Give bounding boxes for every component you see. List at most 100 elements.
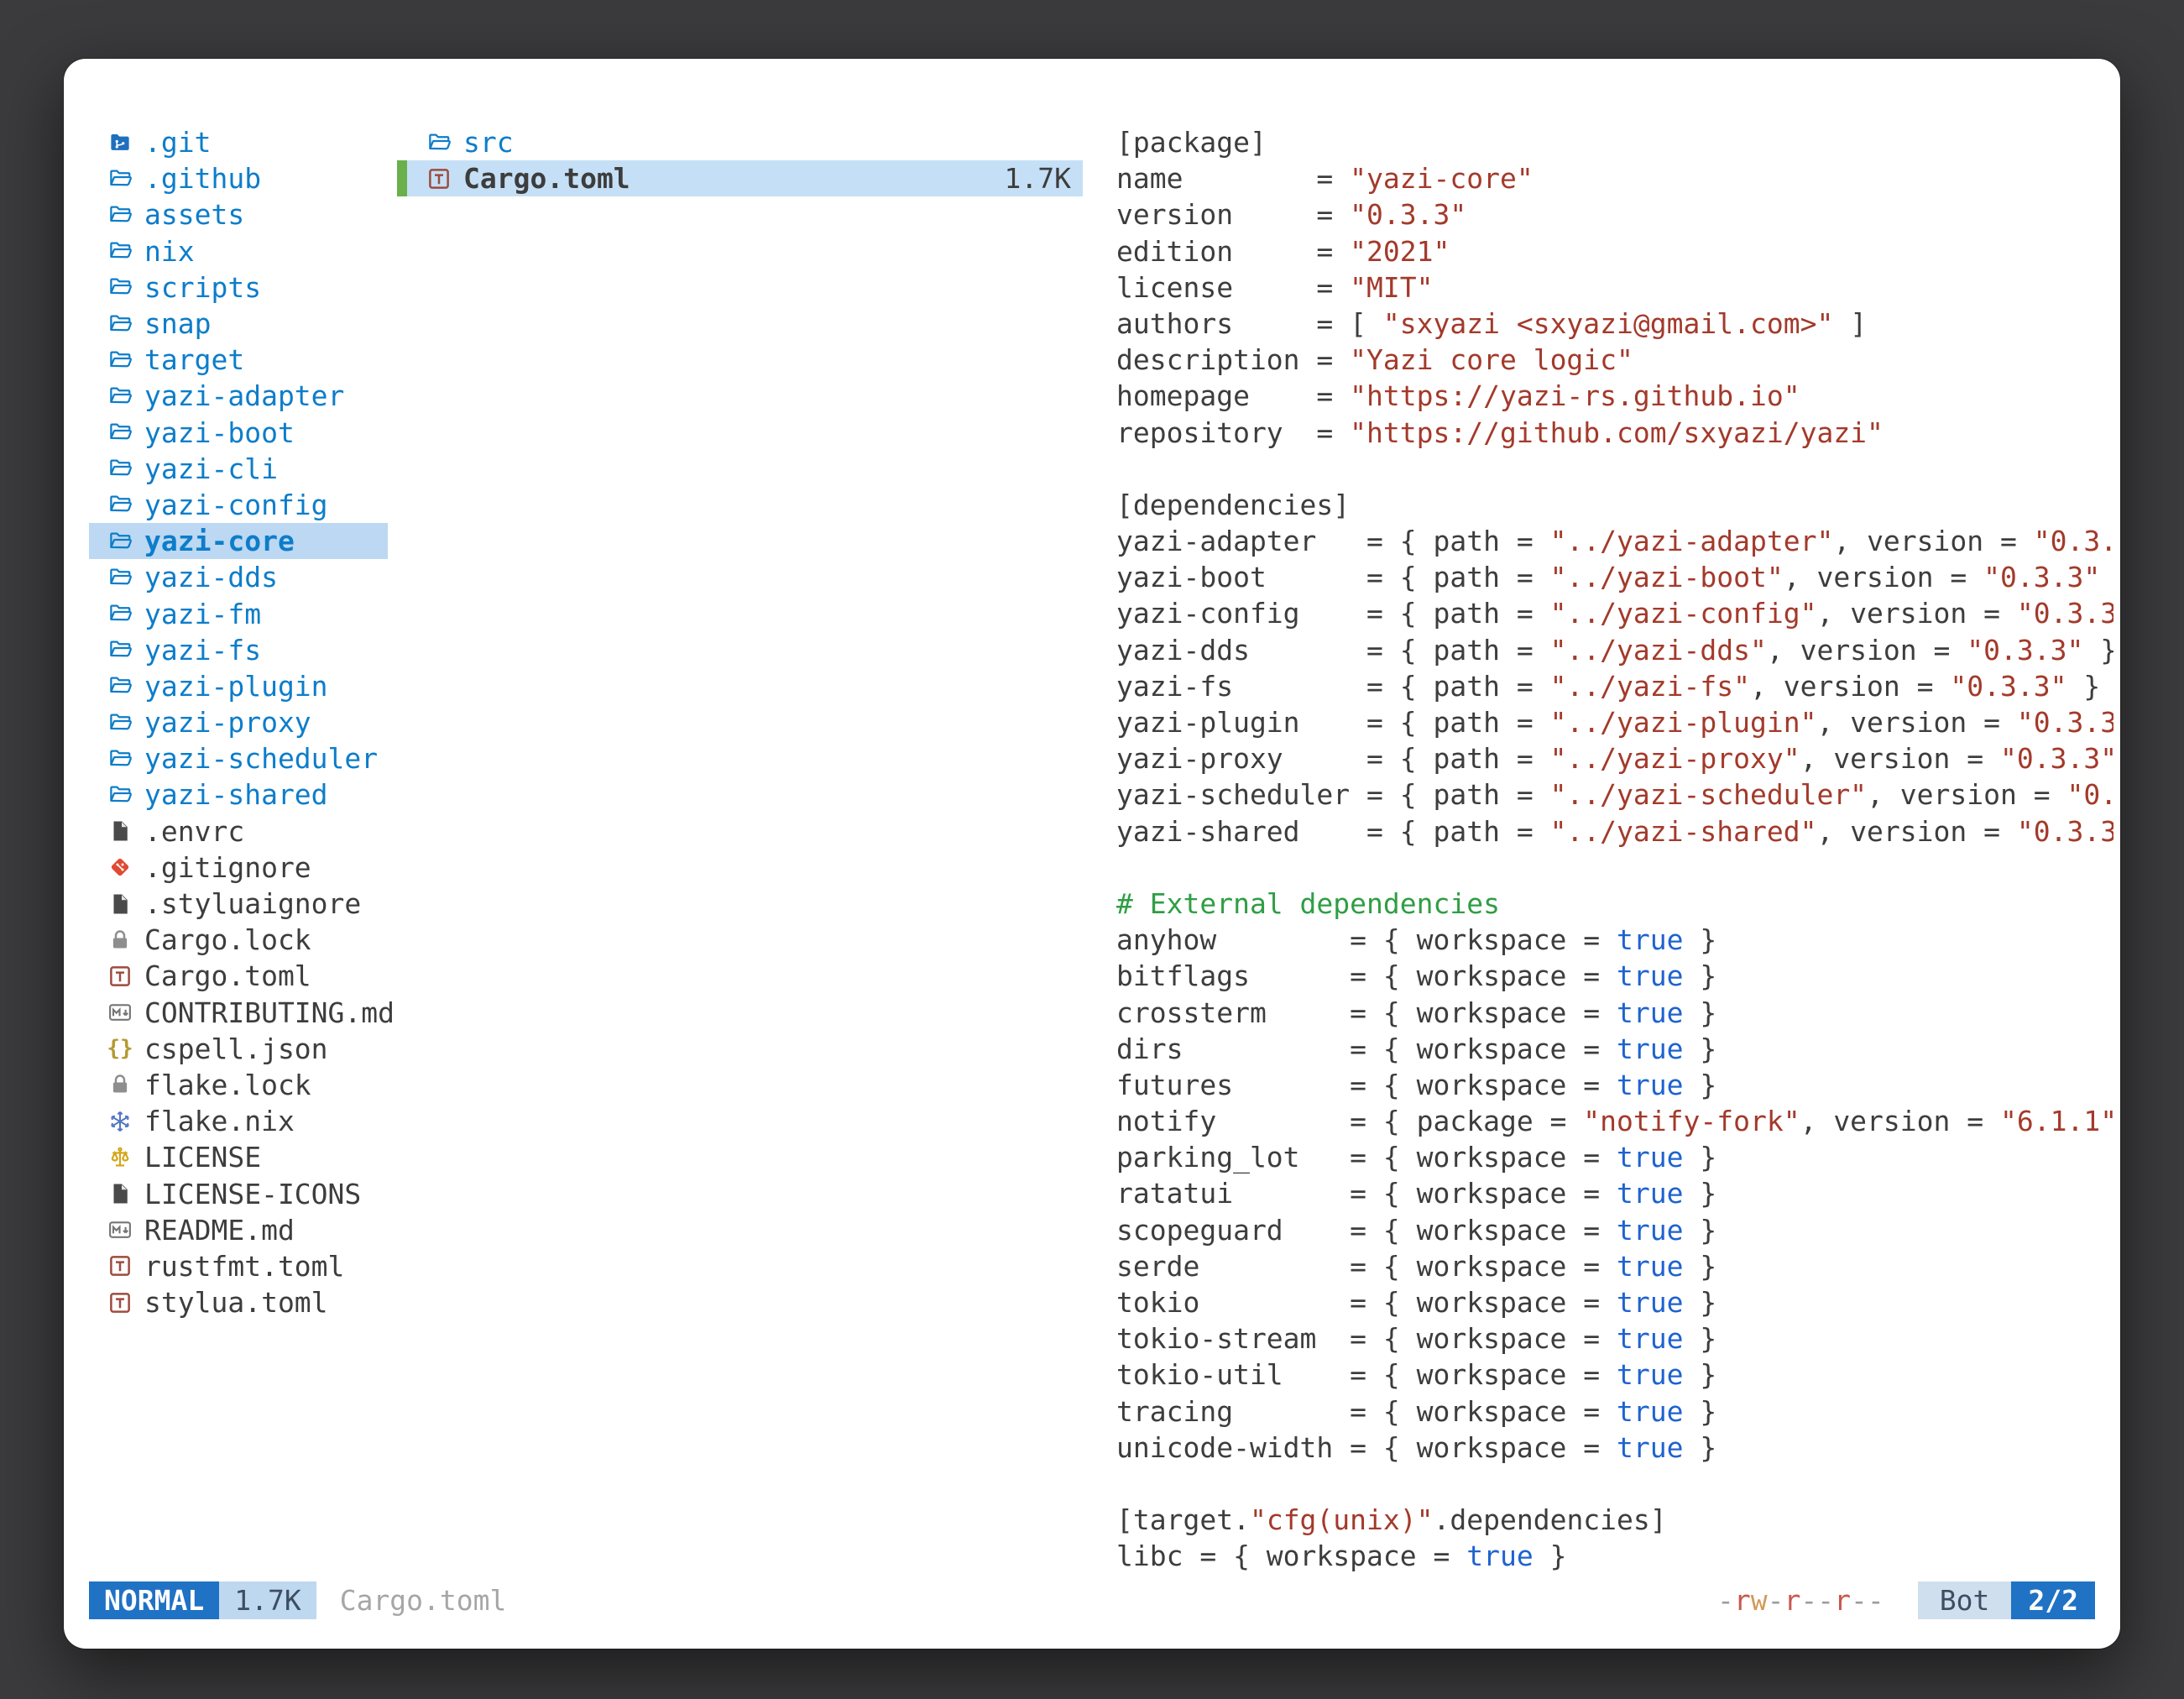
folder-open-icon bbox=[107, 564, 133, 591]
toml-icon bbox=[107, 1289, 133, 1316]
toml-icon bbox=[426, 165, 452, 192]
file-row-yazi-cli[interactable]: yazi-cli bbox=[89, 451, 388, 487]
file-row-target[interactable]: target bbox=[89, 342, 388, 378]
file-name: .envrc bbox=[144, 815, 244, 848]
file-counter-badge: 2/2 bbox=[2011, 1581, 2095, 1619]
file-row-yazi-dds[interactable]: yazi-dds bbox=[89, 559, 388, 595]
file-name: yazi-scheduler bbox=[144, 742, 378, 775]
file-row-flake.nix[interactable]: flake.nix bbox=[89, 1103, 388, 1139]
lock-icon bbox=[107, 927, 133, 954]
file-row-Cargo.lock[interactable]: Cargo.lock bbox=[89, 922, 388, 958]
file-row-.styluaignore[interactable]: .styluaignore bbox=[89, 886, 388, 922]
folder-open-icon bbox=[107, 238, 133, 264]
file-name: yazi-proxy bbox=[144, 706, 311, 739]
file-name: stylua.toml bbox=[144, 1286, 328, 1319]
file-icon bbox=[107, 891, 133, 917]
preview-line: serde = { workspace = true } bbox=[1116, 1248, 2113, 1284]
file-row-LICENSE-ICONS[interactable]: LICENSE-ICONS bbox=[89, 1175, 388, 1211]
preview-line: yazi-adapter = { path = "../yazi-adapter… bbox=[1116, 523, 2113, 559]
preview-line: crossterm = { workspace = true } bbox=[1116, 995, 2113, 1031]
file-row-yazi-core[interactable]: yazi-core bbox=[89, 523, 388, 559]
file-row-.github[interactable]: .github bbox=[89, 160, 388, 196]
preview-pane[interactable]: [package]name = "yazi-core"version = "0.… bbox=[1116, 124, 2113, 1581]
preview-line bbox=[1116, 1466, 2113, 1502]
file-name: README.md bbox=[144, 1214, 295, 1247]
file-row-.envrc[interactable]: .envrc bbox=[89, 813, 388, 850]
folder-open-icon bbox=[107, 491, 133, 518]
folder-open-icon bbox=[107, 274, 133, 301]
markdown-icon bbox=[107, 1216, 133, 1243]
folder-open-icon bbox=[426, 129, 452, 156]
file-row-yazi-fm[interactable]: yazi-fm bbox=[89, 595, 388, 631]
mode-badge: NORMAL bbox=[89, 1581, 219, 1619]
json-icon: {} bbox=[107, 1035, 133, 1062]
preview-line: yazi-proxy = { path = "../yazi-proxy", v… bbox=[1116, 740, 2113, 776]
file-row-yazi-adapter[interactable]: yazi-adapter bbox=[89, 378, 388, 414]
file-row-.gitignore[interactable]: .gitignore bbox=[89, 850, 388, 886]
file-row-yazi-shared[interactable]: yazi-shared bbox=[89, 776, 388, 813]
parent-pane[interactable]: .git.githubassetsnixscriptssnaptargetyaz… bbox=[89, 124, 388, 1320]
file-row-yazi-config[interactable]: yazi-config bbox=[89, 487, 388, 523]
file-row-scripts[interactable]: scripts bbox=[89, 269, 388, 306]
file-name: yazi-adapter bbox=[144, 379, 344, 412]
file-row-yazi-proxy[interactable]: yazi-proxy bbox=[89, 704, 388, 740]
preview-line: parking_lot = { workspace = true } bbox=[1116, 1139, 2113, 1175]
file-row-src[interactable]: src bbox=[397, 124, 1083, 160]
toml-icon bbox=[107, 1252, 133, 1279]
file-name: yazi-cli bbox=[144, 452, 278, 485]
folder-open-icon bbox=[107, 347, 133, 374]
file-permissions: -rw-r--r-- bbox=[1717, 1584, 1884, 1617]
preview-line: [target."cfg(unix)".dependencies] bbox=[1116, 1502, 2113, 1538]
file-name: .gitignore bbox=[144, 851, 311, 884]
preview-line: yazi-dds = { path = "../yazi-dds", versi… bbox=[1116, 632, 2113, 668]
folder-open-icon bbox=[107, 672, 133, 699]
git-ignore-icon bbox=[107, 854, 133, 881]
file-row-stylua.toml[interactable]: stylua.toml bbox=[89, 1284, 388, 1320]
preview-line: yazi-config = { path = "../yazi-config",… bbox=[1116, 595, 2113, 631]
folder-open-icon bbox=[107, 636, 133, 663]
folder-open-icon bbox=[107, 201, 133, 228]
file-row-nix[interactable]: nix bbox=[89, 233, 388, 269]
file-name: yazi-boot bbox=[144, 416, 295, 449]
file-row-assets[interactable]: assets bbox=[89, 196, 388, 233]
markdown-icon bbox=[107, 999, 133, 1026]
toml-icon bbox=[107, 963, 133, 990]
preview-line bbox=[1116, 850, 2113, 886]
file-row-LICENSE[interactable]: LICENSE bbox=[89, 1139, 388, 1175]
preview-line: scopeguard = { workspace = true } bbox=[1116, 1212, 2113, 1248]
git-folder-icon bbox=[107, 129, 133, 156]
preview-line: ratatui = { workspace = true } bbox=[1116, 1175, 2113, 1211]
file-row-Cargo.toml[interactable]: Cargo.toml1.7K bbox=[397, 160, 1083, 196]
file-row-yazi-scheduler[interactable]: yazi-scheduler bbox=[89, 740, 388, 776]
file-row-rustfmt.toml[interactable]: rustfmt.toml bbox=[89, 1248, 388, 1284]
file-name: yazi-fm bbox=[144, 598, 261, 630]
folder-open-icon bbox=[107, 383, 133, 410]
file-name: .styluaignore bbox=[144, 887, 361, 920]
file-name: yazi-config bbox=[144, 489, 328, 521]
file-row-yazi-fs[interactable]: yazi-fs bbox=[89, 632, 388, 668]
file-row-CONTRIBUTING.md[interactable]: CONTRIBUTING.md bbox=[89, 995, 388, 1031]
preview-line: repository = "https://github.com/sxyazi/… bbox=[1116, 415, 2113, 451]
file-row-yazi-boot[interactable]: yazi-boot bbox=[89, 415, 388, 451]
file-name: LICENSE-ICONS bbox=[144, 1178, 361, 1210]
folder-open-icon bbox=[107, 709, 133, 736]
selection-accent-bar bbox=[397, 160, 407, 196]
folder-open-icon bbox=[107, 419, 133, 446]
preview-line: yazi-shared = { path = "../yazi-shared",… bbox=[1116, 813, 2113, 850]
file-row-README.md[interactable]: README.md bbox=[89, 1212, 388, 1248]
file-row-yazi-plugin[interactable]: yazi-plugin bbox=[89, 668, 388, 704]
file-name: CONTRIBUTING.md bbox=[144, 996, 394, 1029]
file-row-cspell.json[interactable]: {}cspell.json bbox=[89, 1031, 388, 1067]
file-row-flake.lock[interactable]: flake.lock bbox=[89, 1067, 388, 1103]
file-row-.git[interactable]: .git bbox=[89, 124, 388, 160]
license-scales-icon bbox=[107, 1144, 133, 1171]
file-name: Cargo.toml bbox=[463, 162, 630, 195]
preview-line: edition = "2021" bbox=[1116, 233, 2113, 269]
file-row-snap[interactable]: snap bbox=[89, 306, 388, 342]
preview-line bbox=[1116, 451, 2113, 487]
current-pane[interactable]: srcCargo.toml1.7K bbox=[397, 124, 1083, 196]
preview-line: license = "MIT" bbox=[1116, 269, 2113, 306]
preview-line: authors = [ "sxyazi <sxyazi@gmail.com>" … bbox=[1116, 306, 2113, 342]
file-row-Cargo.toml[interactable]: Cargo.toml bbox=[89, 958, 388, 994]
preview-line: bitflags = { workspace = true } bbox=[1116, 958, 2113, 994]
